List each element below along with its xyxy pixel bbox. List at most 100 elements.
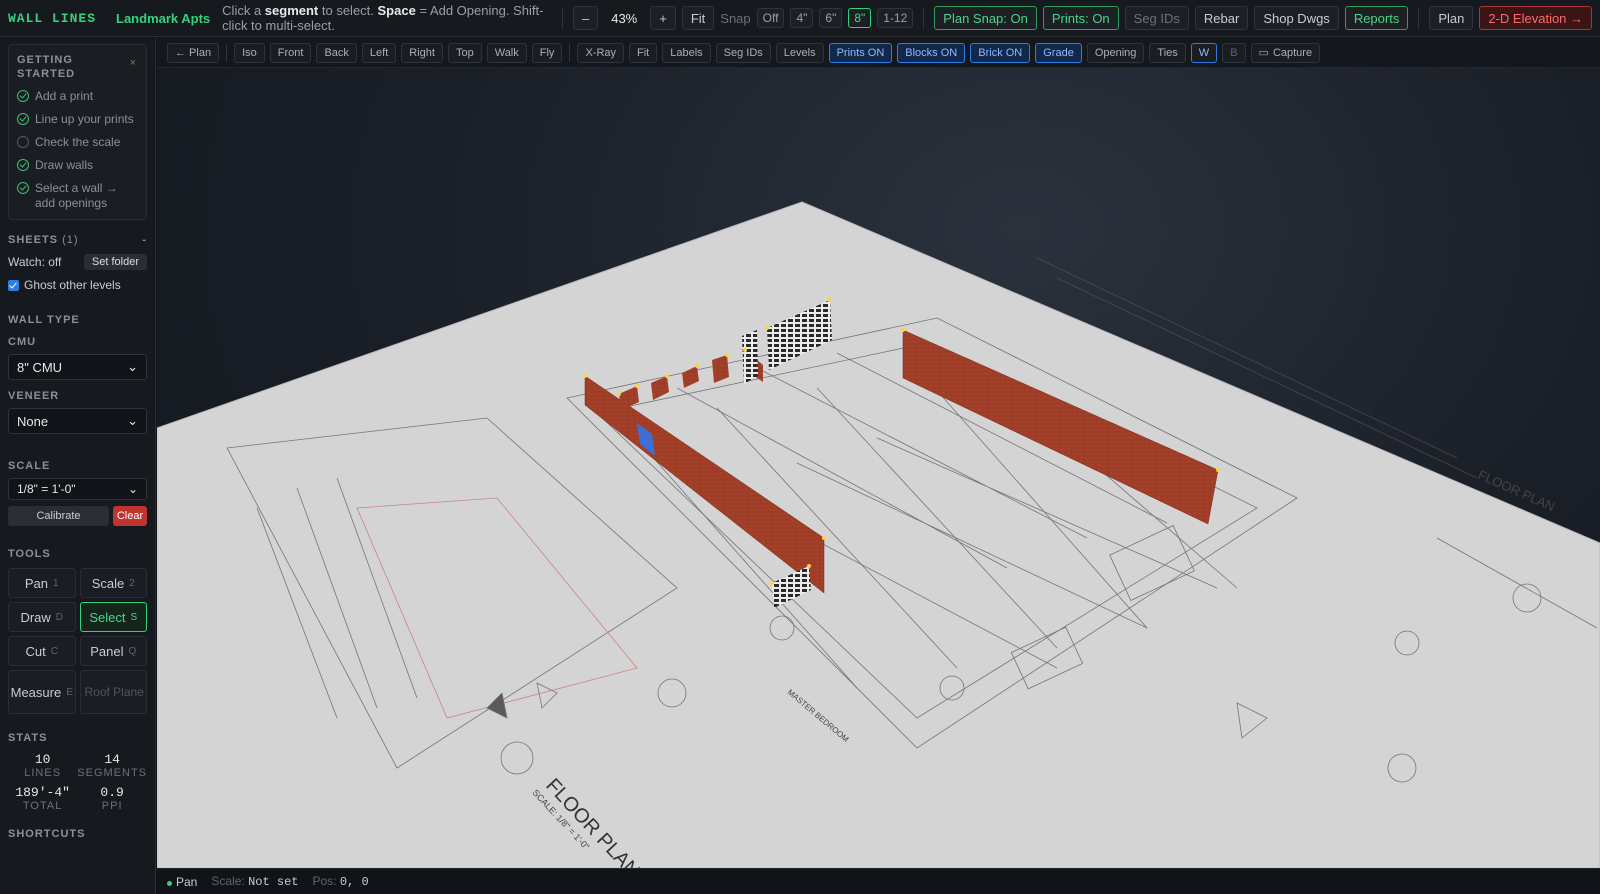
w-toggle[interactable]: W <box>1190 42 1218 63</box>
xray-button[interactable]: X-Ray <box>577 42 624 63</box>
checklist-item[interactable]: Add a print <box>17 89 138 104</box>
cmu-wall[interactable] <box>742 330 758 384</box>
back-to-plan-button[interactable]: ← Plan <box>167 42 220 63</box>
camera-icon: ▭ <box>1258 47 1269 59</box>
app-brand: WALL LINES <box>8 10 97 26</box>
pan-tool-button[interactable]: Pan 1 <box>8 568 76 598</box>
left-sidebar: GETTING STARTED × Add a print Line up yo… <box>0 38 156 894</box>
veneer-select[interactable]: None ⌄ <box>8 408 147 434</box>
plan-sheet <box>157 201 1600 868</box>
zoom-out-button[interactable]: – <box>573 6 599 30</box>
zoom-in-button[interactable]: + <box>650 6 676 30</box>
status-dot-icon <box>167 880 172 886</box>
check-circle-icon <box>17 182 29 194</box>
shortcuts-header[interactable]: SHORTCUTS <box>8 828 147 840</box>
elevation-button[interactable]: 2-D Elevation → <box>1479 6 1593 30</box>
calibrate-button[interactable]: Calibrate <box>8 506 109 526</box>
3d-viewport[interactable]: FLOOR PLAN SCALE: 1/8" = 1'-0" MASTER BE… <box>157 68 1600 868</box>
grade-toggle[interactable]: Grade <box>1035 42 1082 63</box>
collapse-icon[interactable]: - <box>142 234 147 246</box>
rebar-button[interactable]: Rebar <box>1194 6 1249 30</box>
reports-button[interactable]: Reports <box>1344 6 1409 30</box>
veneer-label: VENEER <box>8 390 60 402</box>
snap-1-12-button[interactable]: 1-12 <box>877 8 914 28</box>
prints-toggle[interactable]: Prints: On <box>1042 6 1119 30</box>
sheets-header[interactable]: SHEETS (1) - <box>8 234 147 246</box>
walk-mode-button[interactable]: Walk <box>486 42 527 63</box>
empty-circle-icon <box>17 136 29 148</box>
scale-select[interactable]: 1/8" = 1'-0" ⌄ <box>8 478 147 500</box>
ghost-levels-checkbox[interactable]: Ghost other levels <box>8 278 147 292</box>
scale-header: SCALE <box>8 460 51 472</box>
checklist-item[interactable]: Check the scale <box>17 135 138 150</box>
roof-plane-tool-button[interactable]: Roof Plane <box>79 670 147 714</box>
view-left-button[interactable]: Left <box>361 42 397 63</box>
zoom-level: 43% <box>611 10 638 26</box>
brick-on-toggle[interactable]: Brick ON <box>970 42 1031 63</box>
project-name[interactable]: Landmark Apts <box>116 11 210 26</box>
seg-ids-button[interactable]: Seg IDs <box>1124 6 1189 30</box>
check-circle-icon <box>17 159 29 171</box>
ties-button[interactable]: Ties <box>1149 42 1186 63</box>
opening-button[interactable]: Opening <box>1086 42 1145 63</box>
chevron-down-icon: ⌄ <box>127 482 138 496</box>
view-iso-button[interactable]: Iso <box>234 42 265 63</box>
measure-tool-button[interactable]: Measure E <box>8 670 76 714</box>
cut-tool-button[interactable]: Cut C <box>8 636 76 666</box>
labels-button[interactable]: Labels <box>662 42 711 63</box>
cmu-select[interactable]: 8" CMU ⌄ <box>8 354 147 380</box>
snap-label: Snap <box>720 10 751 26</box>
checklist-item[interactable]: Line up your prints <box>17 112 138 127</box>
snap-8in-button[interactable]: 8" <box>848 8 872 28</box>
view-toolbar: ← Plan Iso Front Back Left Right Top Wal… <box>157 38 1600 68</box>
scene-svg[interactable]: FLOOR PLAN SCALE: 1/8" = 1'-0" MASTER BE… <box>157 68 1600 868</box>
getting-started-title: GETTING STARTED <box>17 54 76 80</box>
pos-label: Pos: <box>312 874 337 888</box>
close-icon[interactable]: × <box>130 57 136 69</box>
check-circle-icon <box>17 113 29 125</box>
fit-button[interactable]: Fit <box>681 6 715 30</box>
snap-off-button[interactable]: Off <box>756 8 785 28</box>
shop-dwgs-button[interactable]: Shop Dwgs <box>1254 6 1339 30</box>
scale-tool-button[interactable]: Scale 2 <box>79 568 147 598</box>
wall-type-header: WALL TYPE <box>8 314 80 326</box>
fit-view-button[interactable]: Fit <box>629 42 658 63</box>
levels-button[interactable]: Levels <box>775 42 824 63</box>
tools-header: TOOLS <box>8 548 51 560</box>
draw-tool-button[interactable]: Draw D <box>8 602 76 632</box>
stats-grid: 10 LINES 14 SEGMENTS 189'-4" TOTAL 0.9 PPI <box>15 752 147 812</box>
checkbox-checked-icon <box>8 279 19 291</box>
pos-value: 0, 0 <box>339 875 369 889</box>
instruction-hint: Click a segment to select. Space = Add O… <box>222 3 544 33</box>
stats-header: STATS <box>8 732 48 744</box>
watch-status: Watch: off <box>8 255 62 269</box>
select-tool-button[interactable]: Select S <box>79 602 147 632</box>
clear-button[interactable]: Clear <box>113 506 147 526</box>
b-toggle[interactable]: B <box>1222 42 1246 63</box>
seg-ids-view-button[interactable]: Seg IDs <box>715 42 771 63</box>
view-back-button[interactable]: Back <box>316 42 357 63</box>
plan-button[interactable]: Plan <box>1429 6 1474 30</box>
status-bar: Pan Scale: Not set Pos: 0, 0 <box>157 868 1600 894</box>
top-toolbar: WALL LINES Landmark Apts Click a segment… <box>0 0 1600 37</box>
getting-started-panel: GETTING STARTED × Add a print Line up yo… <box>8 44 147 220</box>
plan-snap-toggle[interactable]: Plan Snap: On <box>934 6 1037 30</box>
capture-button[interactable]: ▭ Capture <box>1250 42 1321 63</box>
chevron-down-icon: ⌄ <box>127 359 138 374</box>
checklist-item[interactable]: Draw walls <box>17 158 138 173</box>
view-top-button[interactable]: Top <box>447 42 482 63</box>
panel-tool-button[interactable]: Panel Q <box>79 636 147 666</box>
cmu-label: CMU <box>8 336 37 348</box>
view-right-button[interactable]: Right <box>401 42 443 63</box>
view-front-button[interactable]: Front <box>269 42 312 63</box>
chevron-down-icon: ⌄ <box>127 413 138 428</box>
snap-6in-button[interactable]: 6" <box>819 8 843 28</box>
fly-mode-button[interactable]: Fly <box>531 42 563 63</box>
set-folder-button[interactable]: Set folder <box>83 254 147 270</box>
check-circle-icon <box>17 90 29 102</box>
blocks-on-toggle[interactable]: Blocks ON <box>897 42 966 63</box>
snap-4in-button[interactable]: 4" <box>790 8 814 28</box>
scale-status-value: Not set <box>248 875 299 889</box>
checklist-item[interactable]: Select a wall → add openings <box>17 181 138 211</box>
prints-on-toggle[interactable]: Prints ON <box>828 42 893 63</box>
